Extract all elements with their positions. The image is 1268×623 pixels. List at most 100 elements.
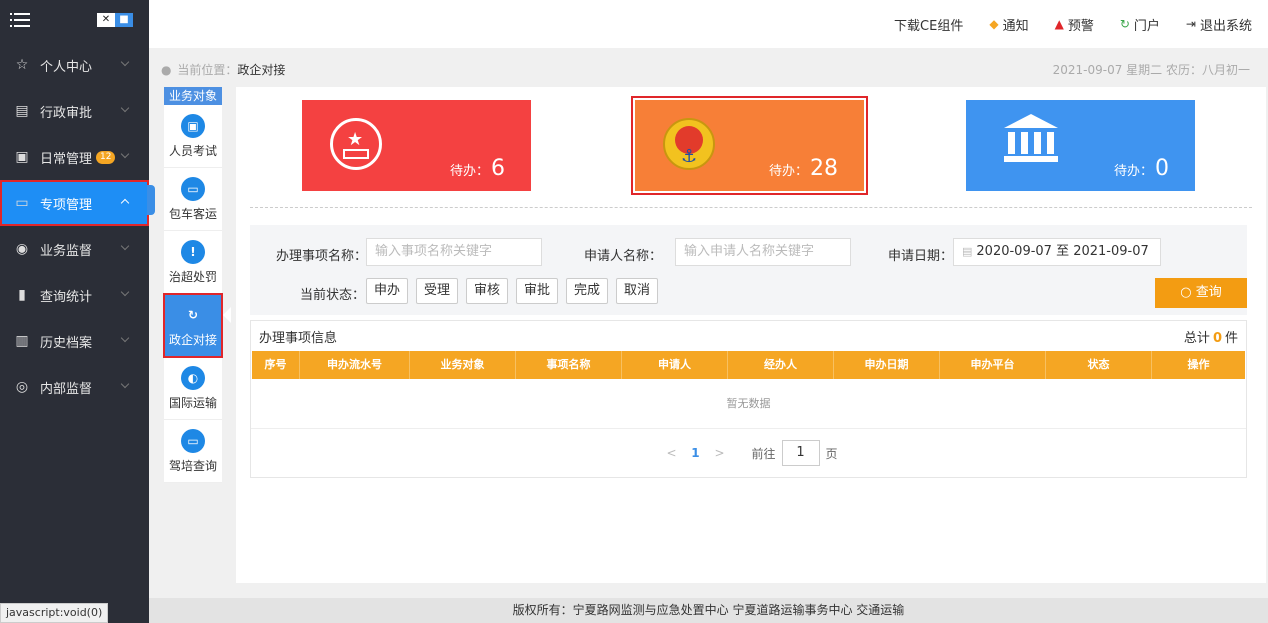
sync-icon: ↻ [181, 302, 205, 327]
total-suffix: 件 [1224, 330, 1238, 346]
warning-label: 预警 [1067, 18, 1094, 34]
status-chip-complete[interactable]: 完成 [566, 278, 609, 304]
sidebar-item-personal-center[interactable]: ☆ 个人中心 [0, 42, 149, 88]
total-count: 总计 0 件 [1184, 327, 1238, 346]
status-chip-cancel[interactable]: 取消 [616, 278, 659, 304]
column-header[interactable]: 状态 [1046, 351, 1152, 379]
item-name-input[interactable]: 输入事项名称关键字 [366, 238, 542, 266]
sidebar: ✕ ■ ☆ 个人中心 ▤ 行政审批 ▣ 日常管理 12 ▭ 专项管理 ◉ 业务监… [0, 0, 149, 623]
sidebar-item-internal-supervision[interactable]: ◎ 内部监督 [0, 364, 149, 410]
logout-link[interactable]: ⇥ 退出系统 [1186, 15, 1252, 34]
sidebar-item-query-statistics[interactable]: ▮ 查询统计 [0, 272, 149, 318]
applicant-input[interactable]: 输入申请人名称关键字 [675, 238, 851, 266]
date-range-input[interactable]: ▤ 2020-09-07 至 2021-09-07 [953, 238, 1161, 266]
column-header[interactable]: 申办流水号 [300, 351, 410, 379]
location-pin-icon: ● [161, 62, 172, 77]
logout-label: 退出系统 [1199, 18, 1252, 34]
object-item-international-transport[interactable]: ◐ 国际运输 [164, 357, 222, 420]
pending-count: 待办：6 [450, 156, 505, 181]
column-header[interactable]: 序号 [252, 351, 300, 379]
breadcrumb-label: 当前位置： [177, 62, 238, 77]
bus-icon: ▭ [181, 428, 205, 453]
megaphone-icon: ◆ [989, 17, 999, 31]
portal-link[interactable]: ↻ 门户 [1120, 15, 1160, 34]
query-button[interactable]: ○ 查询 [1155, 278, 1247, 308]
object-item-overload-penalty[interactable]: ! 治超处罚 [164, 231, 222, 294]
status-chip-accept[interactable]: 受理 [416, 278, 459, 304]
close-icon[interactable]: ✕ [97, 13, 115, 27]
table-column-headers: 序号 申办流水号 业务对象 事项名称 申请人 经办人 申办日期 申办平台 状态 … [252, 351, 1245, 379]
table-title: 办理事项信息 [259, 330, 338, 346]
total-prefix: 总计 [1183, 330, 1210, 346]
sidebar-item-daily-management[interactable]: ▣ 日常管理 12 [0, 134, 149, 180]
table-header-bar: 办理事项信息 总计 0 件 [251, 321, 1246, 351]
column-header[interactable]: 事项名称 [516, 351, 622, 379]
column-header[interactable]: 操作 [1152, 351, 1245, 379]
breadcrumb-path: ● 当前位置：政企对接 [161, 61, 285, 78]
browser-status-bar: javascript:void(0) [0, 603, 109, 623]
customs-emblem-icon: ⚓ [663, 118, 715, 170]
goto-page-input[interactable]: 1 [781, 440, 820, 466]
query-label: 查询 [1195, 285, 1222, 300]
sidebar-collapse-handle[interactable] [147, 185, 155, 215]
pending-count: 待办：28 [769, 156, 838, 181]
sidebar-item-label: 日常管理 [40, 151, 93, 167]
object-item-driving-training[interactable]: ▭ 驾培查询 [164, 420, 222, 483]
portal-label: 门户 [1133, 18, 1160, 34]
breadcrumb-current: 政企对接 [237, 62, 286, 77]
document-icon: ▤ [15, 103, 29, 119]
breadcrumb: ● 当前位置：政企对接 2021-09-07 星期二 农历：八月初一 [149, 54, 1268, 84]
chevron-down-icon [120, 333, 130, 343]
eye-icon: ◉ [15, 241, 29, 257]
notice-link[interactable]: ◆ 通知 [989, 15, 1028, 34]
department-card-government[interactable]: ★ 待办：6 [302, 100, 531, 191]
sidebar-item-label: 行政审批 [40, 105, 93, 121]
alert-icon: ! [181, 239, 205, 264]
status-chip-review[interactable]: 审核 [466, 278, 509, 304]
column-header[interactable]: 业务对象 [410, 351, 516, 379]
column-header[interactable]: 经办人 [728, 351, 834, 379]
bus-icon: ▭ [181, 176, 205, 201]
column-header[interactable]: 申办平台 [940, 351, 1046, 379]
pending-label: 待办： [449, 164, 489, 179]
menu-toggle-icon[interactable] [10, 13, 30, 27]
sidebar-toggles: ✕ ■ [97, 13, 133, 27]
items-table: 办理事项信息 总计 0 件 序号 申办流水号 业务对象 事项名称 申请人 经办人 申… [250, 320, 1247, 478]
count-badge: 12 [96, 150, 116, 164]
department-card-customs[interactable]: ⚓ 待办：28 [631, 96, 868, 195]
column-header[interactable]: 申办日期 [834, 351, 940, 379]
object-label: 驾培查询 [168, 458, 217, 473]
download-ce-link[interactable]: 下载CE组件 [894, 15, 963, 34]
chevron-down-icon [120, 149, 130, 159]
prev-page-icon[interactable]: < [659, 446, 683, 460]
sidebar-item-special-management[interactable]: ▭ 专项管理 [0, 180, 149, 226]
chevron-up-icon [120, 198, 130, 208]
pending-number: 0 [1155, 156, 1169, 181]
chevron-down-icon [120, 241, 130, 251]
object-item-gov-enterprise[interactable]: ↻ 政企对接 [163, 293, 223, 358]
logout-icon: ⇥ [1185, 17, 1196, 31]
object-label: 国际运输 [168, 395, 217, 410]
column-header[interactable]: 申请人 [622, 351, 728, 379]
sidebar-item-admin-approval[interactable]: ▤ 行政审批 [0, 88, 149, 134]
next-page-icon[interactable]: > [707, 446, 731, 460]
national-emblem-icon: ★ [330, 118, 382, 170]
warning-link[interactable]: ▲ 预警 [1055, 15, 1094, 34]
lock-icon[interactable]: ■ [115, 13, 133, 27]
object-item-charter-transport[interactable]: ▭ 包车客运 [164, 168, 222, 231]
department-card-bank[interactable]: 待办：0 [966, 100, 1195, 191]
calendar-icon: ▣ [15, 149, 29, 165]
sidebar-item-history-archive[interactable]: ▥ 历史档案 [0, 318, 149, 364]
applicant-label: 申请人名称： [584, 249, 663, 264]
globe-icon: ◐ [181, 365, 205, 390]
footer-copyright: 版权所有：宁夏路网监测与应急处置中心 宁夏道路运输事务中心 交通运输 [149, 598, 1268, 623]
status-chip-apply[interactable]: 申办 [366, 278, 409, 304]
business-object-title: 业务对象 [164, 87, 222, 105]
object-item-personnel-exam[interactable]: ▣ 人员考试 [164, 105, 222, 168]
sidebar-item-business-supervision[interactable]: ◉ 业务监督 [0, 226, 149, 272]
chevron-down-icon [120, 57, 130, 67]
sidebar-item-label: 查询统计 [40, 289, 93, 305]
status-chip-approve[interactable]: 审批 [516, 278, 559, 304]
sidebar-item-label: 业务监督 [40, 243, 93, 259]
page-number[interactable]: 1 [683, 446, 707, 460]
